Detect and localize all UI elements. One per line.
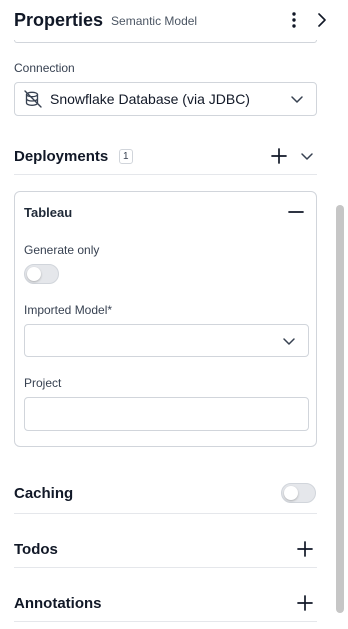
generate-only-label: Generate only: [24, 243, 100, 257]
minus-icon: [288, 211, 304, 213]
add-todo-button[interactable]: [295, 539, 315, 559]
plus-icon: [297, 541, 313, 557]
properties-header: Properties Semantic Model: [0, 0, 348, 40]
database-off-icon: [24, 90, 42, 108]
more-options-button[interactable]: [283, 9, 305, 31]
page-subtitle: Semantic Model: [111, 14, 198, 28]
tableau-deployment-card: Tableau Generate only Imported Model* Pr…: [14, 191, 317, 447]
annotations-divider: [14, 621, 317, 622]
connection-select[interactable]: Snowflake Database (via JDBC): [14, 82, 317, 116]
connection-value: Snowflake Database (via JDBC): [50, 91, 250, 107]
todos-title: Todos: [14, 541, 58, 558]
panel-scrollbar-thumb[interactable]: [336, 205, 344, 613]
deployments-count-badge: 1: [119, 149, 133, 164]
plus-icon: [297, 595, 313, 611]
add-deployment-button[interactable]: [269, 146, 289, 166]
properties-content: Connection Snowflake Database (via JDBC)…: [0, 40, 332, 629]
more-vertical-icon: [292, 12, 296, 28]
deployments-divider: [14, 174, 317, 175]
caching-title: Caching: [14, 485, 74, 502]
chevron-down-icon: [283, 337, 295, 345]
imported-model-label: Imported Model*: [24, 303, 113, 317]
caching-divider: [14, 513, 317, 514]
previous-field-bottom: [14, 40, 317, 43]
connection-label: Connection: [14, 61, 75, 75]
todos-divider: [14, 567, 317, 568]
deployments-title: Deployments: [14, 148, 109, 165]
chevron-down-icon: [301, 153, 313, 160]
collapse-panel-button[interactable]: [311, 9, 333, 31]
chevron-down-icon: [291, 96, 303, 103]
collapse-card-button[interactable]: [286, 202, 306, 222]
imported-model-select[interactable]: [24, 324, 309, 357]
annotations-title: Annotations: [14, 595, 102, 612]
caching-toggle[interactable]: [281, 483, 316, 503]
chevron-right-icon: [318, 13, 326, 27]
tableau-card-title: Tableau: [24, 205, 73, 220]
generate-only-toggle[interactable]: [24, 264, 59, 284]
toggle-knob: [284, 486, 298, 500]
plus-icon: [271, 148, 287, 164]
page-title: Properties: [14, 9, 104, 30]
toggle-deployments-button[interactable]: [297, 146, 317, 166]
toggle-knob: [27, 267, 41, 281]
project-input[interactable]: [24, 397, 309, 431]
project-label: Project: [24, 376, 62, 390]
add-annotation-button[interactable]: [295, 593, 315, 613]
